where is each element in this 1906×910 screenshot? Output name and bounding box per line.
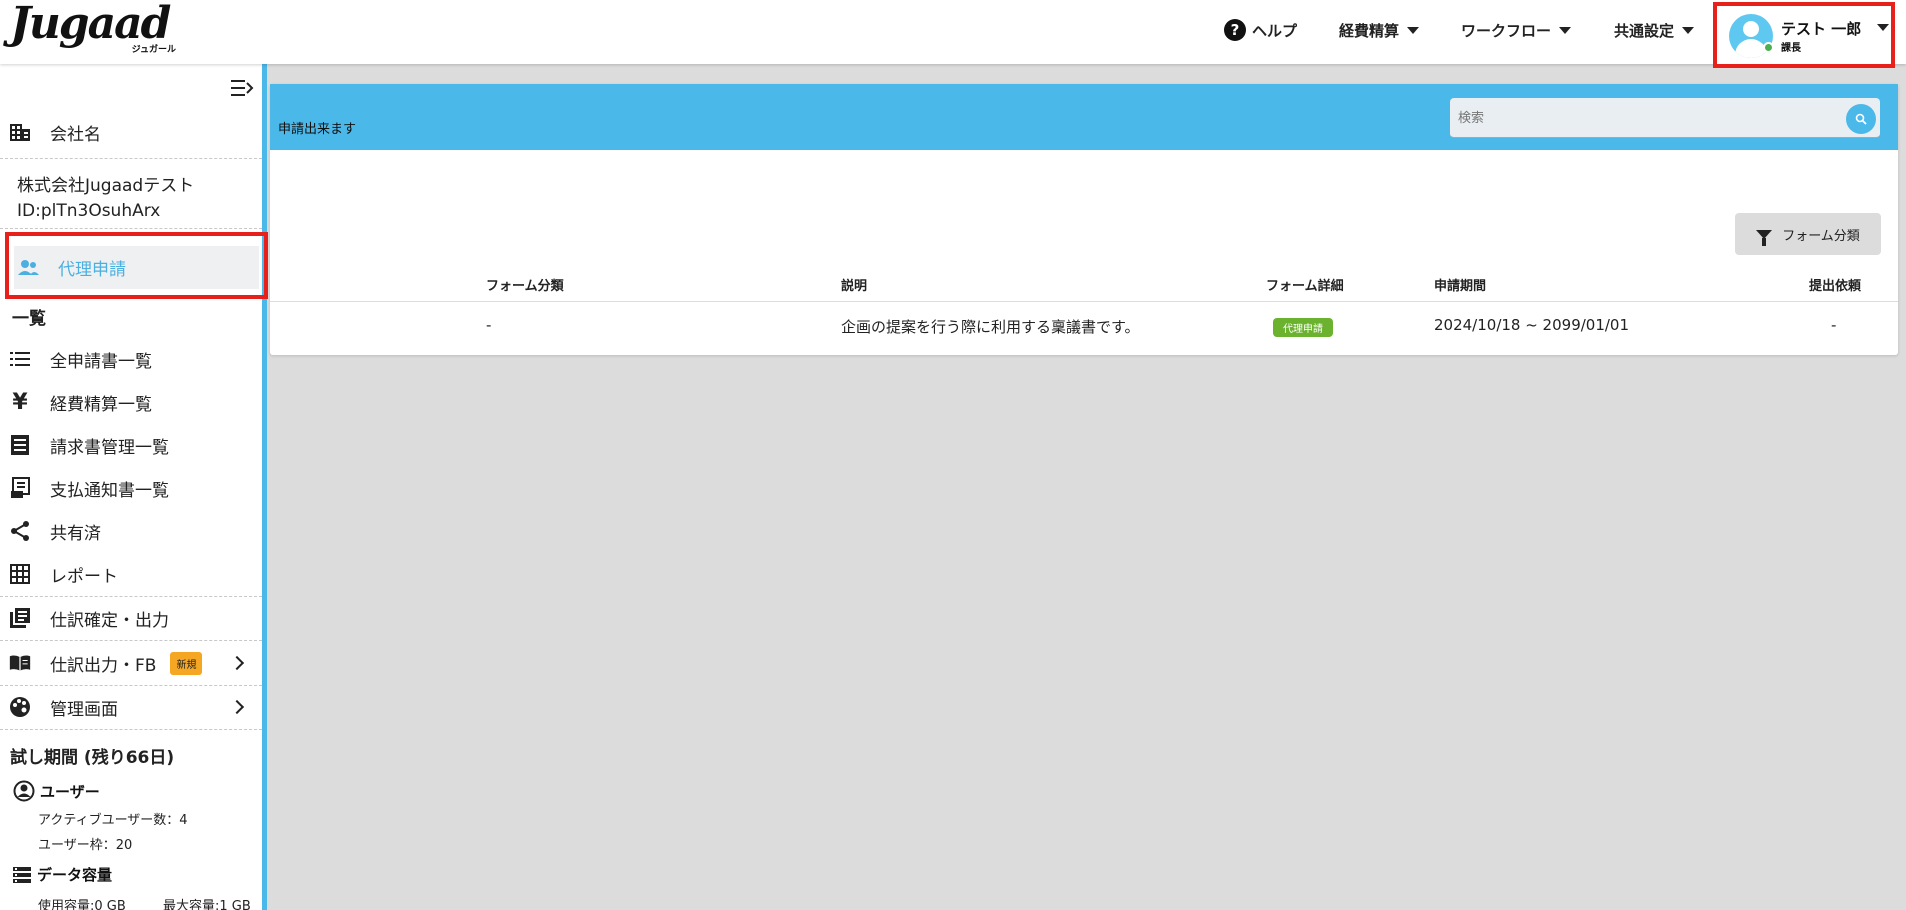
caret-down-icon — [1877, 24, 1889, 31]
max-storage: 最大容量:1 GB — [163, 899, 251, 910]
card-header: 申請出来ます — [270, 84, 1898, 150]
proxy-application-label: 代理申請 — [58, 260, 126, 280]
sidebar-item-label: 全申請書一覧 — [50, 351, 152, 372]
yen-icon: ¥ — [12, 389, 28, 415]
sidebar-item-label: 経費精算一覧 — [50, 394, 152, 415]
filter-label: フォーム分類 — [1782, 228, 1860, 244]
expense-label: 経費精算 — [1339, 21, 1400, 40]
common-settings-menu[interactable]: 共通設定 — [1614, 0, 1695, 60]
list-icon — [9, 348, 31, 370]
help-menu[interactable]: ? ヘルプ — [1224, 0, 1297, 60]
jugaad-logo[interactable]: Jugaad ジュガール — [10, 0, 180, 56]
proxy-application-card: 申請出来ます フォーム分類 フォーム分類 説明 フォーム詳細 申請期間 提出依頼… — [270, 84, 1898, 355]
cell-request: - — [1831, 316, 1837, 334]
caret-down-icon — [1407, 26, 1420, 34]
form-category-filter-button[interactable]: フォーム分類 — [1735, 213, 1881, 255]
column-header-description[interactable]: 説明 — [841, 275, 867, 294]
proxy-application-highlight: 代理申請 — [5, 232, 268, 299]
people-icon — [18, 259, 40, 277]
user-role: 課長 — [1781, 43, 1801, 54]
search-button[interactable] — [1846, 104, 1876, 134]
storage-heading-label: データ容量 — [37, 866, 113, 884]
company-name-heading: 会社名 — [0, 120, 262, 145]
column-header-request[interactable]: 提出依頼 — [1809, 275, 1861, 294]
logo-wordmark: Jugaad — [10, 0, 171, 49]
column-header-category[interactable]: フォーム分類 — [486, 275, 564, 294]
sidebar-item-journal-output-fb[interactable]: 仕訳出力・FB 新規 — [0, 651, 262, 676]
building-icon — [9, 121, 31, 143]
workflow-menu[interactable]: ワークフロー — [1461, 0, 1572, 60]
caret-down-icon — [1682, 26, 1695, 34]
chevron-right-icon — [229, 699, 245, 715]
sidebar-item-label: 共有済 — [50, 523, 101, 544]
user-menu[interactable]: テスト 一郎 課長 — [1713, 2, 1895, 68]
list-section-heading: 一覧 — [12, 309, 46, 329]
grid-icon — [9, 563, 31, 585]
storage-heading: データ容量 — [13, 864, 112, 885]
sidebar-item-label: レポート — [50, 566, 118, 587]
cell-period: 2024/10/18 ~ 2099/01/01 — [1434, 316, 1630, 334]
sidebar-item-shared[interactable]: 共有済 — [0, 519, 262, 544]
open-book-icon — [9, 652, 31, 674]
company-name: 株式会社Jugaadテスト — [17, 176, 195, 196]
card-note: 申請出来ます — [278, 122, 357, 137]
sidebar-item-journal-confirm[interactable]: 仕訳確定・出力 — [0, 606, 262, 631]
cell-category: - — [486, 316, 492, 334]
sidebar-item-label: 仕訳確定・出力 — [50, 610, 169, 631]
common-settings-label: 共通設定 — [1614, 21, 1675, 40]
sidebar-item-expense-list[interactable]: ¥ 経費精算一覧 — [0, 389, 262, 415]
search-box — [1450, 98, 1880, 138]
sidebar-item-proxy-application[interactable]: 代理申請 — [14, 246, 259, 289]
used-storage: 使用容量:0 GB — [38, 899, 126, 910]
column-header-form-detail[interactable]: フォーム詳細 — [1266, 275, 1344, 294]
sidebar-item-label: 請求書管理一覧 — [50, 437, 169, 458]
sidebar-item-label: 仕訳出力・FB — [50, 655, 157, 676]
top-header: Jugaad ジュガール ? ヘルプ 経費精算 ワークフロー 共通設定 テスト … — [0, 0, 1906, 68]
sidebar-item-all-applications[interactable]: 全申請書一覧 — [0, 347, 262, 372]
sidebar: 会社名 株式会社Jugaadテスト ID:plTn3OsuhArx 代理申請 一… — [0, 64, 268, 910]
search-input[interactable] — [1458, 106, 1818, 130]
user-quota: ユーザー枠：20 — [38, 838, 133, 853]
collapse-sidebar-icon[interactable] — [230, 78, 254, 98]
users-heading-label: ユーザー — [40, 782, 100, 801]
logo-tagline: ジュガール — [131, 45, 176, 55]
help-label: ヘルプ — [1252, 21, 1298, 40]
workflow-label: ワークフロー — [1461, 21, 1552, 40]
sidebar-item-admin[interactable]: 管理画面 — [0, 695, 262, 720]
search-icon — [1855, 113, 1867, 125]
sidebar-item-payment-notices[interactable]: 支払通知書一覧 — [0, 476, 262, 501]
company-name-label: 会社名 — [50, 124, 101, 145]
company-id: ID:plTn3OsuhArx — [17, 201, 161, 221]
active-users: アクティブユーザー数：4 — [38, 813, 188, 828]
receipt-icon — [9, 477, 31, 499]
users-heading: ユーザー — [13, 780, 100, 802]
trial-period: 試し期間 (残り66日) — [10, 748, 175, 768]
help-icon: ? — [1224, 19, 1246, 41]
share-icon — [9, 520, 31, 542]
new-badge: 新規 — [170, 651, 203, 675]
online-status-icon — [1763, 42, 1774, 53]
sidebar-item-invoice-management[interactable]: 請求書管理一覧 — [0, 433, 262, 458]
caret-down-icon — [1559, 26, 1572, 34]
user-name: テスト 一郎 — [1781, 20, 1862, 38]
filter-icon — [1756, 229, 1773, 246]
storage-icon — [13, 866, 31, 883]
column-header-period[interactable]: 申請期間 — [1434, 275, 1486, 294]
sidebar-item-report[interactable]: レポート — [0, 562, 262, 587]
invoice-icon — [9, 434, 31, 456]
sidebar-item-label: 管理画面 — [50, 699, 118, 720]
cell-description: 企画の提案を行う際に利用する稟議書です。 — [841, 318, 1140, 336]
account-circle-icon — [13, 780, 35, 802]
sidebar-item-label: 支払通知書一覧 — [50, 480, 169, 501]
proxy-application-tag[interactable]: 代理申請 — [1273, 318, 1333, 337]
chevron-right-icon — [229, 655, 245, 671]
palette-icon — [9, 696, 31, 718]
expense-menu[interactable]: 経費精算 — [1339, 0, 1420, 60]
library-books-icon — [9, 607, 31, 629]
